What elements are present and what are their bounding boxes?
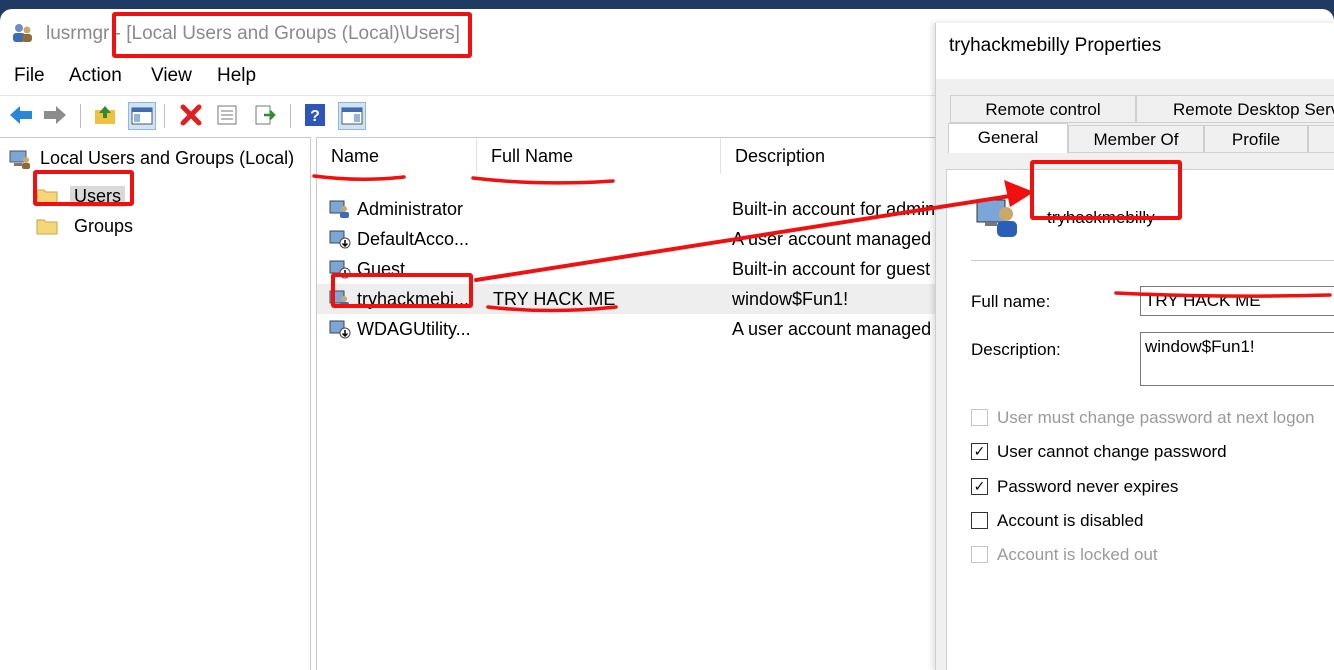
annotation-box-window-title [112, 12, 472, 58]
table-row[interactable]: Administrator Built-in account for admin… [317, 194, 937, 224]
annotation-box-selected-user [331, 273, 473, 308]
checkbox-label: User cannot change password [997, 442, 1227, 461]
checkbox-label: Account is disabled [997, 511, 1144, 530]
show-hide-tree-icon[interactable] [128, 102, 156, 130]
window-title-app: lusrmgr [46, 23, 110, 44]
column-header-full-name[interactable]: Full Name [477, 138, 721, 174]
users-list: Name Full Name Description Administrator… [316, 137, 937, 670]
disabled-user-icon [329, 230, 351, 249]
checkbox-label: Account is locked out [997, 545, 1158, 564]
properties-icon[interactable] [214, 102, 240, 128]
checkbox-box [971, 512, 988, 529]
dialog-title: tryhackmebilly Properties [949, 35, 1162, 56]
row-description: A user account managed and used by [732, 319, 937, 339]
column-header-name[interactable]: Name [317, 138, 477, 174]
tab-general[interactable]: General [948, 123, 1068, 153]
row-name: Administrator [357, 199, 464, 219]
menu-file[interactable]: File [14, 65, 45, 87]
user-properties-dialog: tryhackmebilly Properties Remote control… [935, 23, 1334, 670]
toolbar-separator [290, 104, 291, 128]
row-description: Built-in account for guest access [732, 259, 937, 279]
row-description: A user account managed by the system. [732, 229, 937, 249]
tab-profile[interactable]: Profile [1204, 125, 1308, 153]
forward-arrow-icon[interactable] [42, 102, 68, 128]
checkbox-label: Password never expires [997, 477, 1179, 496]
table-row[interactable]: WDAGUtility... A user account managed an… [317, 314, 937, 344]
annotation-box-dialog-username [1030, 160, 1182, 220]
tab-overflow[interactable] [1308, 125, 1334, 153]
row-full-name: TRY HACK ME [493, 289, 616, 309]
full-name-field[interactable]: TRY HACK ME [1140, 286, 1334, 316]
console-tree: Local Users and Groups (Local) Users Gro… [0, 137, 311, 670]
row-description: Built-in account for administering [732, 199, 937, 219]
checkmark-icon: ✓ [971, 478, 988, 495]
show-hide-action-pane-icon[interactable] [338, 102, 366, 130]
computer-users-icon [9, 150, 30, 169]
tab-remote-control[interactable]: Remote control [950, 95, 1136, 123]
help-icon[interactable]: ? [302, 102, 328, 128]
user-account-icon [976, 199, 1017, 237]
table-row[interactable]: DefaultAcco... A user account managed by… [317, 224, 937, 254]
general-tab-page: tryhackmebilly Full name: TRY HACK ME De… [946, 169, 1334, 670]
tree-root-label: Local Users and Groups (Local) [40, 148, 295, 168]
menu-help[interactable]: Help [217, 65, 256, 87]
folder-icon [36, 219, 58, 235]
checkmark-icon: ✓ [971, 443, 988, 460]
menu-bar: File Action View Help [0, 63, 935, 93]
tree-item-label: Groups [74, 216, 134, 236]
menu-view[interactable]: View [151, 65, 192, 87]
row-description: window$Fun1! [732, 289, 849, 309]
divider [971, 260, 1334, 261]
row-name: DefaultAcco... [357, 229, 470, 249]
back-arrow-icon[interactable] [8, 102, 34, 128]
description-field[interactable]: window$Fun1! [1140, 332, 1334, 386]
checkbox-box [971, 409, 988, 426]
user-icon [329, 200, 349, 218]
disabled-user-icon [329, 320, 351, 339]
delete-icon[interactable] [178, 102, 204, 128]
description-label: Description: [971, 340, 1061, 359]
tab-remote-desktop-services-profile[interactable]: Remote Desktop Services Profile [1136, 95, 1334, 123]
export-list-icon[interactable] [252, 102, 278, 128]
checkbox-box [971, 546, 988, 563]
annotation-box-users-node [33, 170, 134, 206]
menu-action[interactable]: Action [69, 65, 122, 87]
checkbox-label: User must change password at next logon [997, 408, 1315, 427]
row-name: WDAGUtility... [357, 319, 471, 339]
toolbar-separator [80, 104, 81, 128]
up-folder-icon[interactable] [92, 102, 118, 128]
tab-member-of[interactable]: Member Of [1068, 125, 1204, 153]
toolbar-separator [164, 104, 165, 128]
users-app-icon [13, 24, 32, 42]
full-name-label: Full name: [971, 292, 1051, 311]
toolbar: ? [0, 95, 935, 134]
column-header-description[interactable]: Description [721, 138, 937, 174]
svg-text:?: ? [310, 108, 320, 125]
screenshot-frame: lusrmgr - [Local Users and Groups (Local… [0, 9, 1334, 670]
